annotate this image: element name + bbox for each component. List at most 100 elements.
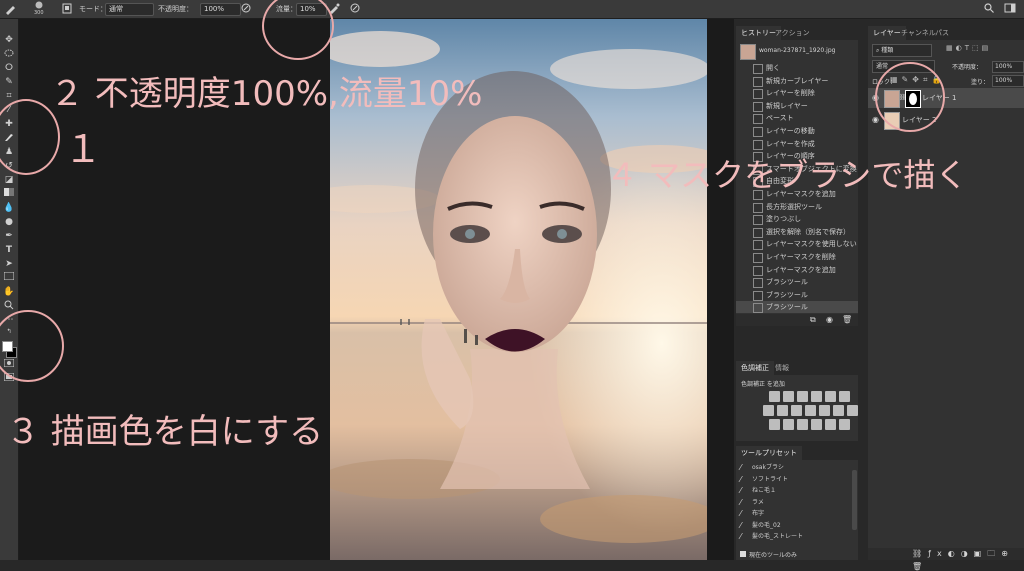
adjustment-icon[interactable] [847,405,858,416]
adjustment-icon[interactable] [805,405,816,416]
history-item-label: レイヤーの移動 [766,127,815,135]
history-state-icon [753,215,763,226]
new-document-from-state-icon[interactable]: ⧉ [810,315,816,325]
history-state-icon [753,76,763,87]
adjustment-icon[interactable] [825,391,836,402]
history-item[interactable]: 開く [736,62,858,74]
adjustment-icon[interactable] [791,405,802,416]
brush-preset-icon: ⁄ [740,463,742,472]
history-state-icon [753,278,763,289]
workspace-icon[interactable] [1004,3,1016,15]
blur-icon[interactable]: 💧 [3,202,15,214]
search-icon[interactable] [984,3,994,15]
adjustment-icon[interactable] [783,419,794,430]
adjustment-icon[interactable] [769,419,780,430]
history-item[interactable]: 選択を解除（別名で保存） [736,226,858,238]
history-item[interactable]: レイヤーを作成 [736,138,858,150]
fill-field[interactable]: 100% [992,75,1024,87]
eye-icon[interactable]: ◉ [872,115,879,124]
history-item[interactable]: ブラシツール [736,301,858,314]
history-item[interactable]: ブラシツール [736,289,858,301]
camera-icon[interactable]: ◉ [826,315,833,324]
mode-select[interactable]: 通常 [105,3,154,16]
adjustment-icon[interactable] [763,405,774,416]
type-icon[interactable]: T [3,244,15,256]
lasso-icon[interactable]: ⵔ [3,62,15,74]
preset-item[interactable]: ⁄ 布字 [736,508,858,520]
move-icon[interactable]: ✥ [3,34,15,46]
adjustment-icon[interactable] [811,419,822,430]
opacity-label: 不透明度： [158,5,193,13]
preset-item[interactable]: ⁄ ラメ [736,497,858,509]
current-tool-only-checkbox[interactable] [740,551,746,557]
tab-adjustments[interactable]: 色調補正 [736,361,774,375]
zoom-icon[interactable] [3,300,15,312]
history-item[interactable]: ペースト [736,112,858,125]
history-item[interactable]: レイヤーを削除 [736,87,858,100]
options-bar: 300 モード： 通常 不透明度： 100% 流量： 10% [0,0,1024,19]
snapshot-thumbnail[interactable] [740,44,756,60]
adjustment-icon[interactable] [797,391,808,402]
tab-actions[interactable]: アクション [770,26,815,40]
adjustment-icon[interactable] [769,391,780,402]
eraser-icon[interactable]: ◪ [3,174,15,186]
history-item[interactable]: ブラシツール [736,276,858,289]
preset-item[interactable]: ⁄ 髪の毛_ストレート [736,531,858,543]
history-item[interactable]: レイヤーマスクを使用しない [736,238,858,251]
marquee-icon[interactable] [3,48,15,60]
size-pressure-icon[interactable] [350,3,360,15]
tab-paths[interactable]: パス [930,26,954,40]
add-adjustment-label: 色調補正 を追加 [741,381,785,388]
history-item[interactable]: レイヤーマスクを削除 [736,251,858,263]
history-item-label: レイヤーマスクを追加 [766,265,836,274]
adjustment-icon[interactable] [777,405,788,416]
tab-tool-presets[interactable]: ツールプリセット [736,446,802,460]
history-item-label: ブラシツール [766,278,808,287]
trash-icon[interactable]: 🗑 [842,315,852,324]
layer-opacity-field[interactable]: 100% [992,61,1024,73]
preset-item[interactable]: ⁄ ねこ毛１ [736,485,858,497]
adjustment-icon[interactable] [811,391,822,402]
history-item[interactable]: 長方形選択ツール [736,201,858,213]
brush-preset-icon: ⁄ [740,509,742,518]
filter-icons[interactable]: ▦◐T⬚▤ [946,44,991,52]
adjustment-icon[interactable] [797,419,808,430]
preset-item[interactable]: ⁄ ソフトライト [736,474,858,486]
brush-tool-preset-icon[interactable] [4,3,18,15]
brush-panel-icon[interactable] [62,3,72,15]
adjustment-icon[interactable] [783,391,794,402]
current-tool-only-label: 現在のツールのみ [749,552,798,559]
shape-icon[interactable] [3,271,15,284]
quick-select-icon[interactable]: ✎ [3,76,15,88]
history-item[interactable]: 新規カーブレイヤー [736,75,858,87]
history-item[interactable]: レイヤーの移動 [736,125,858,137]
pen-icon[interactable]: ✒ [3,230,15,242]
adjustment-icon[interactable] [825,419,836,430]
history-state-icon [753,227,763,238]
adjustments-panel: 色調補正 情報 色調補正 を追加 [736,361,858,441]
path-select-icon[interactable]: ➤ [3,258,15,270]
tab-info[interactable]: 情報 [770,361,794,375]
history-item-label: ペースト [766,114,794,123]
adjustment-icon[interactable] [839,419,850,430]
history-item[interactable]: 塗りつぶし [736,213,858,226]
layer-kind-filter[interactable]: ⌕ 種類 [872,44,932,57]
adjustment-icon[interactable] [833,405,844,416]
opacity-field[interactable]: 100% [200,3,241,16]
history-state-icon [753,202,763,213]
preset-item[interactable]: ⁄ 髪の毛_02 [736,520,858,532]
hand-icon[interactable]: ✋ [3,286,15,298]
adjustment-icon[interactable] [839,391,850,402]
presets-scrollbar[interactable] [852,470,857,530]
adjustment-icon[interactable] [819,405,830,416]
history-item[interactable]: 新規レイヤー [736,100,858,112]
history-item[interactable]: レイヤーマスクを追加 [736,264,858,276]
dodge-icon[interactable]: ● [3,216,15,228]
history-item-label: 開く [766,64,780,72]
gradient-icon[interactable] [3,188,15,200]
preset-item[interactable]: ⁄ osakブラシ [736,462,858,474]
history-state-icon [753,290,763,301]
history-item-label: レイヤーを削除 [766,89,815,98]
crop-icon[interactable]: ⌗ [3,90,15,102]
opacity-pressure-icon[interactable] [241,3,251,15]
